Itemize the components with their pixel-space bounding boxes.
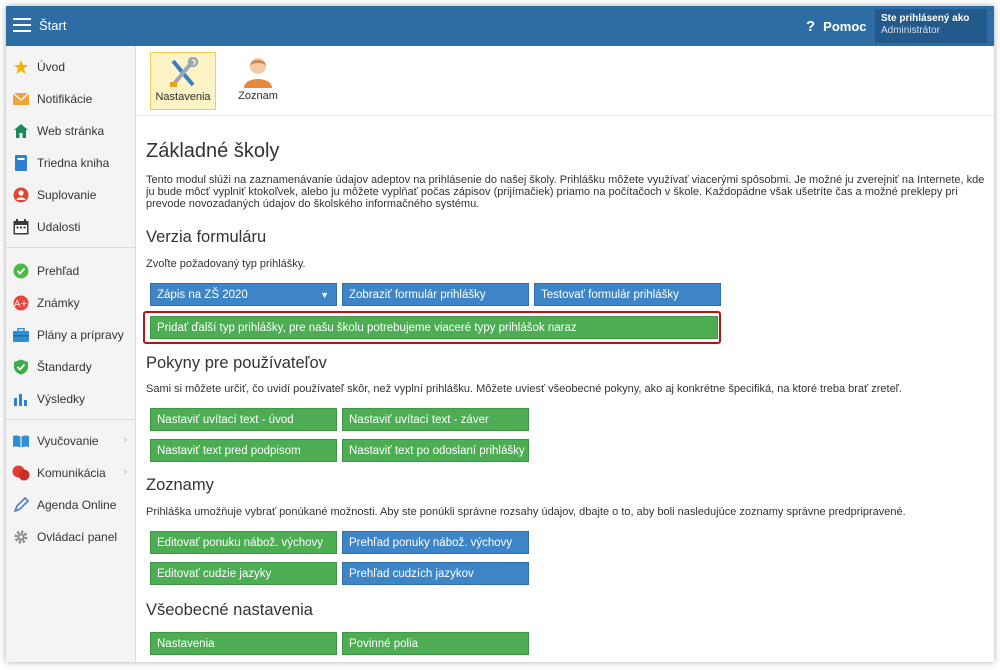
add-form-type-button[interactable]: Pridať ďalší typ prihlášky, pre našu ško… [150, 316, 718, 339]
top-bar: Štart ? Pomoc Ste prihlásený ako Administ… [6, 6, 994, 46]
app-title[interactable]: Štart [39, 18, 66, 33]
section-text-version: Zvoľte požadovaný typ prihlášky. [146, 258, 306, 270]
module-toolbar: Nastavenia Zoznam [136, 46, 994, 116]
form-version-select-value: Zápis na ZŠ 2020 [157, 289, 248, 301]
sidebar-item-ovladaci-panel[interactable]: Ovládací panel [6, 523, 135, 551]
section-title-general: Všeobecné nastavenia [146, 601, 313, 619]
welcome-end-button[interactable]: Nastaviť uvítací text - záver [342, 408, 529, 431]
caret-down-icon: ▼ [320, 290, 329, 300]
user-box[interactable]: Ste prihlásený ako Administrátor [875, 9, 987, 43]
book-icon [12, 154, 30, 172]
grade-icon: A+ [12, 294, 30, 312]
sidebar-item-vyucovanie[interactable]: Vyučovanie › [6, 427, 135, 455]
page-title: Základné školy [146, 140, 280, 162]
general-settings-button[interactable]: Nastavenia [150, 632, 337, 655]
envelope-icon [12, 90, 30, 108]
open-book-icon [12, 432, 30, 450]
edit-languages-button[interactable]: Editovať cudzie jazyky [150, 562, 337, 585]
sidebar-item-triedna-kniha[interactable]: Triedna kniha [6, 149, 135, 177]
toolbar-list-button[interactable]: Zoznam [228, 52, 288, 110]
view-religion-button[interactable]: Prehľad ponuky nábož. výchovy [342, 531, 529, 554]
sidebar-item-web-stranka[interactable]: Web stránka [6, 117, 135, 145]
sidebar-item-prehlad[interactable]: Prehľad [6, 257, 135, 285]
chevron-right-icon: › [123, 434, 127, 446]
sidebar-divider [6, 247, 135, 248]
user-name: Administrátor [881, 25, 940, 36]
user-icon [238, 56, 278, 88]
user-status: Ste prihlásený ako [881, 13, 970, 24]
shield-check-icon [12, 358, 30, 376]
required-fields-button[interactable]: Povinné polia [342, 632, 529, 655]
person-swap-icon [12, 186, 30, 204]
svg-text:A+: A+ [14, 300, 28, 310]
chevron-right-icon: › [123, 466, 127, 478]
view-languages-button[interactable]: Prehľad cudzích jazykov [342, 562, 529, 585]
toolbar-settings-button[interactable]: Nastavenia [150, 52, 216, 110]
sidebar-item-plany-a-pripravy[interactable]: Plány a prípravy [6, 321, 135, 349]
question-icon: ? [806, 18, 816, 35]
tools-icon [163, 56, 203, 89]
text-after-submit-button[interactable]: Nastaviť text po odoslaní prihlášky [342, 439, 529, 462]
toolbar-list-label: Zoznam [238, 90, 278, 102]
edit-religion-button[interactable]: Editovať ponuku nábož. výchovy [150, 531, 337, 554]
page-description: Tento modul slúži na zaznamenávanie údaj… [146, 174, 985, 210]
sidebar-item-komunikacia[interactable]: Komunikácia › [6, 459, 135, 487]
section-title-instructions: Pokyny pre používateľov [146, 354, 327, 372]
star-icon [12, 58, 30, 76]
section-text-instructions: Sami si môžete určiť, čo uvidí používate… [146, 383, 902, 395]
toolbar-settings-label: Nastavenia [155, 91, 211, 103]
sidebar: Úvod Notifikácie Web stránka Triedna kni… [6, 46, 136, 662]
gear-icon [12, 528, 30, 546]
section-text-lists: Prihláška umožňuje vybrať ponúkané možno… [146, 506, 906, 518]
house-icon [12, 122, 30, 140]
sidebar-item-suplovanie[interactable]: Suplovanie [6, 181, 135, 209]
sidebar-item-agenda-online[interactable]: Agenda Online [6, 491, 135, 519]
help-button[interactable]: ? Pomoc [806, 18, 867, 35]
show-form-button[interactable]: Zobraziť formulár prihlášky [342, 283, 529, 306]
calendar-icon [12, 218, 30, 236]
sidebar-divider [6, 419, 135, 420]
sidebar-item-udalosti[interactable]: Udalosti [6, 213, 135, 241]
pen-icon [12, 496, 30, 514]
section-title-lists: Zoznamy [146, 476, 214, 494]
hamburger-menu-icon[interactable] [13, 18, 31, 34]
sidebar-item-vysledky[interactable]: Výsledky [6, 385, 135, 413]
check-circle-icon [12, 262, 30, 280]
text-before-signature-button[interactable]: Nastaviť text pred podpisom [150, 439, 337, 462]
chat-icon [12, 464, 30, 482]
sidebar-item-notifikacie[interactable]: Notifikácie [6, 85, 135, 113]
sidebar-item-znamky[interactable]: A+ Známky [6, 289, 135, 317]
form-version-select[interactable]: Zápis na ZŠ 2020 ▼ [150, 283, 337, 306]
main-content: Základné školy Tento modul slúži na zazn… [136, 116, 994, 662]
test-form-button[interactable]: Testovať formulár prihlášky [534, 283, 721, 306]
welcome-intro-button[interactable]: Nastaviť uvítací text - úvod [150, 408, 337, 431]
sidebar-item-standardy[interactable]: Štandardy [6, 353, 135, 381]
section-title-version: Verzia formuláru [146, 228, 267, 246]
sidebar-item-uvod[interactable]: Úvod [6, 53, 135, 81]
briefcase-icon [12, 326, 30, 344]
bar-chart-icon [12, 390, 30, 408]
app-window: Štart ? Pomoc Ste prihlásený ako Administ… [6, 6, 994, 662]
help-label: Pomoc [823, 19, 867, 34]
